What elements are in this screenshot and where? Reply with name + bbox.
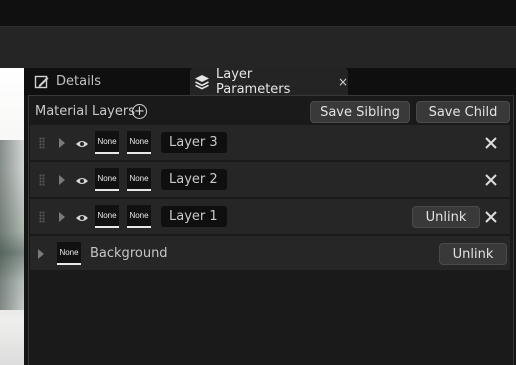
expand-arrow-icon[interactable] — [59, 212, 65, 222]
layers-stack-icon — [194, 74, 210, 90]
remove-layer-icon[interactable] — [484, 136, 498, 154]
layer-thumbnail[interactable]: None — [95, 168, 119, 191]
toolbar — [0, 26, 516, 68]
layer-name-field[interactable]: Layer 3 — [161, 132, 227, 153]
visibility-eye-icon[interactable] — [75, 138, 89, 153]
blend-thumbnail[interactable]: None — [127, 205, 151, 228]
layer-thumbnail[interactable]: None — [95, 205, 119, 228]
layer-name-field[interactable]: Layer 1 — [161, 206, 227, 227]
unlink-button[interactable]: Unlink — [412, 206, 480, 228]
layer-name-field[interactable]: Layer 2 — [161, 169, 227, 190]
tab-close-icon[interactable]: × — [338, 75, 348, 89]
expand-arrow-icon[interactable] — [38, 249, 44, 259]
top-bar — [0, 0, 516, 26]
remove-layer-icon[interactable] — [484, 210, 498, 228]
background-thumbnail[interactable]: None — [57, 242, 81, 265]
tab-details-label: Details — [56, 74, 102, 89]
drag-handle-icon[interactable] — [39, 211, 45, 223]
details-pencil-icon — [34, 74, 50, 90]
expand-arrow-icon[interactable] — [59, 138, 65, 148]
material-layers-label: Material Layers — [35, 104, 135, 119]
remove-layer-icon[interactable] — [484, 173, 498, 191]
background-unlink-button[interactable]: Unlink — [439, 243, 507, 265]
tab-layer-parameters-label: Layer Parameters — [216, 66, 291, 97]
layer-thumbnail[interactable]: None — [95, 131, 119, 154]
tab-layer-parameters[interactable]: Layer Parameters × — [190, 66, 348, 97]
visibility-eye-icon[interactable] — [75, 212, 89, 227]
drag-handle-icon[interactable] — [39, 174, 45, 186]
visibility-eye-icon[interactable] — [75, 175, 89, 190]
drag-handle-icon[interactable] — [39, 137, 45, 149]
blend-thumbnail[interactable]: None — [127, 131, 151, 154]
background-label: Background — [90, 246, 168, 261]
blend-thumbnail[interactable]: None — [127, 168, 151, 191]
save-sibling-button[interactable]: Save Sibling — [310, 101, 410, 123]
viewport-object — [0, 140, 24, 310]
add-layer-icon[interactable]: + — [132, 104, 147, 119]
tab-details[interactable]: Details — [30, 68, 180, 95]
expand-arrow-icon[interactable] — [59, 175, 65, 185]
save-child-button[interactable]: Save Child — [416, 101, 510, 123]
